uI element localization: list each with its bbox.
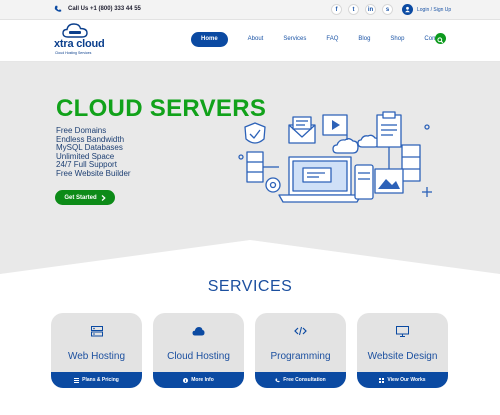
grid-icon xyxy=(379,377,385,383)
facebook-icon[interactable]: f xyxy=(331,4,342,15)
logo-text: xtra cloud xyxy=(54,38,105,50)
service-card-web-hosting[interactable]: Web Hosting Plans & Pricing xyxy=(51,313,142,388)
service-card-website-design[interactable]: Website Design View Our Works xyxy=(357,313,448,388)
feature-item: Free Website Builder xyxy=(56,168,131,178)
cloud-icon xyxy=(192,327,205,336)
code-icon xyxy=(294,326,307,336)
chevron-right-icon xyxy=(101,194,106,201)
monitor-icon xyxy=(396,326,409,337)
nav-shop[interactable]: Shop xyxy=(382,32,412,47)
services-cards: Web Hosting Plans & Pricing Cloud Hostin… xyxy=(51,313,448,388)
free-consultation-button[interactable]: Free Consultation xyxy=(255,372,346,388)
more-info-button[interactable]: More Info xyxy=(153,372,244,388)
login-label: Login / Sign Up xyxy=(417,6,452,13)
nav-blog[interactable]: Blog xyxy=(350,32,378,47)
phone-icon xyxy=(275,378,280,382)
login-link[interactable]: Login / Sign Up xyxy=(402,4,451,15)
nav-services[interactable]: Services xyxy=(275,32,314,47)
call-us-text: Call Us +1 (800) 333 44 55 xyxy=(68,6,141,12)
service-card-title: Cloud Hosting xyxy=(167,351,230,362)
skype-icon[interactable]: s xyxy=(382,4,393,15)
server-icon xyxy=(90,326,103,337)
hero-title: CLOUD SERVERS xyxy=(56,95,267,122)
linkedin-icon[interactable]: in xyxy=(365,4,376,15)
main-nav: Home About Services FAQ Blog Shop Contac… xyxy=(191,32,453,47)
service-card-title: Website Design xyxy=(367,351,438,362)
logo-tagline: Cloud Hosting Services xyxy=(55,51,92,55)
service-card-programming[interactable]: Programming Free Consultation xyxy=(255,313,346,388)
cloud-servers-illustration xyxy=(238,111,432,203)
service-card-cloud-hosting[interactable]: Cloud Hosting More Info xyxy=(153,313,244,388)
search-icon xyxy=(437,37,444,44)
feature-list: Free Domains Endless Bandwidth MySQL Dat… xyxy=(56,126,131,178)
top-bar: Call Us +1 (800) 333 44 55 f t in s Logi… xyxy=(0,0,500,20)
nav-faq[interactable]: FAQ xyxy=(318,32,346,47)
nav-home[interactable]: Home xyxy=(191,32,228,47)
hero-bottom-slant xyxy=(0,240,500,276)
services-heading: SERVICES xyxy=(207,278,293,295)
get-started-label: Get Started xyxy=(64,194,97,201)
nav-about[interactable]: About xyxy=(240,32,272,47)
card-footer-label: View Our Works xyxy=(387,377,426,383)
info-icon xyxy=(183,377,189,383)
social-links: f t in s xyxy=(331,4,393,15)
list-icon xyxy=(74,377,80,383)
card-footer-label: More Info xyxy=(191,377,214,383)
cloud-logo-icon xyxy=(62,23,88,38)
search-button[interactable] xyxy=(435,33,446,44)
card-footer-label: Free Consultation xyxy=(283,377,326,383)
call-us[interactable]: Call Us +1 (800) 333 44 55 xyxy=(54,5,141,13)
get-started-button[interactable]: Get Started xyxy=(55,190,115,205)
phone-icon xyxy=(54,5,62,12)
service-card-title: Web Hosting xyxy=(67,351,126,362)
view-our-works-button[interactable]: View Our Works xyxy=(357,372,448,388)
card-footer-label: Plans & Pricing xyxy=(82,377,119,383)
logo[interactable]: xtra cloud Cloud Hosting Services xyxy=(54,23,114,59)
site-header: xtra cloud Cloud Hosting Services Home A… xyxy=(0,20,500,62)
user-icon xyxy=(402,4,413,15)
twitter-icon[interactable]: t xyxy=(348,4,359,15)
plans-pricing-button[interactable]: Plans & Pricing xyxy=(51,372,142,388)
service-card-title: Programming xyxy=(270,351,331,362)
